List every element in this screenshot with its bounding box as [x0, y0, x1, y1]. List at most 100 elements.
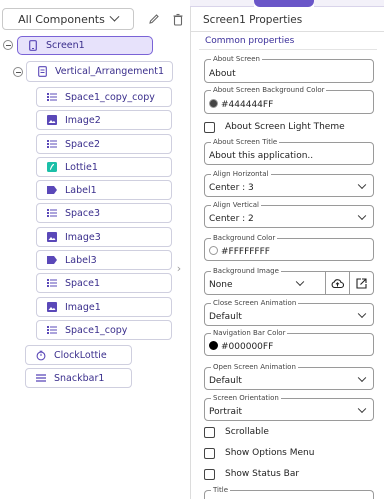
- chevron-down-icon: [357, 404, 367, 413]
- field-label: Screen Orientation: [211, 394, 281, 403]
- tree-item-label: Space1: [65, 277, 100, 289]
- field-label: Open Screen Animation: [211, 363, 298, 372]
- light-theme-checkbox[interactable]: About Screen Light Theme: [204, 120, 345, 134]
- title-field[interactable]: Title: [204, 486, 374, 499]
- tree-item-image1[interactable]: Image1: [36, 297, 172, 317]
- tree-item-lottie1[interactable]: Lottie1: [36, 157, 172, 177]
- tree-item-space3[interactable]: Space3: [36, 203, 172, 223]
- field-label: Align Horizontal: [211, 170, 271, 179]
- align-horizontal-select[interactable]: Align Horizontal Center : 3: [204, 170, 374, 197]
- checkbox[interactable]: [204, 447, 215, 459]
- color-swatch: [209, 341, 218, 350]
- tree-item-screen1[interactable]: Screen1: [17, 36, 153, 55]
- checkbox-label: Show Options Menu: [225, 448, 315, 458]
- open-external-button[interactable]: [349, 272, 373, 294]
- field-value: Default: [209, 312, 242, 322]
- tree-item-label: ClockLottie: [54, 349, 107, 361]
- tree-item-label: Image3: [65, 231, 101, 243]
- close-animation-select[interactable]: Close Screen Animation Default: [204, 299, 374, 326]
- options-menu-checkbox[interactable]: Show Options Menu: [204, 446, 314, 460]
- color-swatch: [209, 246, 218, 255]
- chevron-down-icon: [109, 11, 120, 22]
- field-label: Close Screen Animation: [211, 299, 299, 308]
- orientation-select[interactable]: Screen Orientation Portrait: [204, 394, 374, 421]
- checkbox[interactable]: [204, 468, 215, 480]
- field-value: Default: [209, 376, 242, 386]
- scrollable-checkbox[interactable]: Scrollable: [204, 425, 269, 439]
- cloud-upload-icon: [331, 278, 344, 288]
- snackbar-icon: [36, 373, 46, 383]
- space-icon: [47, 92, 57, 102]
- tree-item-clocklottie[interactable]: ClockLottie: [25, 345, 132, 365]
- chevron-down-icon: [357, 373, 367, 382]
- label-icon: [47, 185, 57, 195]
- field-value: About: [209, 69, 236, 79]
- tab-left[interactable]: [190, 0, 254, 7]
- field-value: About this application..: [209, 151, 314, 161]
- tree-item-space1[interactable]: Space1: [36, 273, 172, 293]
- tree-item-image3[interactable]: Image3: [36, 227, 172, 247]
- clock-icon: [36, 350, 46, 360]
- collapse-screen-toggle[interactable]: [3, 40, 13, 50]
- open-animation-select[interactable]: Open Screen Animation Default: [204, 363, 374, 390]
- field-value: None: [209, 280, 233, 290]
- chevron-down-icon: [357, 180, 367, 189]
- about-bg-color-field[interactable]: About Screen Background Color #444444FF: [204, 86, 374, 114]
- upload-cloud-button[interactable]: [325, 272, 349, 294]
- delete-trash-icon[interactable]: [168, 9, 188, 29]
- tree-item-label: Screen1: [46, 40, 85, 51]
- tree-item-label: Label1: [65, 184, 97, 196]
- align-vertical-select[interactable]: Align Vertical Center : 2: [204, 201, 374, 228]
- background-color-field[interactable]: Background Color #FFFFFFFF: [204, 234, 374, 261]
- tree-item-label3[interactable]: Label3: [36, 250, 172, 270]
- properties-panel: Screen1 Properties Common properties Abo…: [190, 7, 384, 499]
- phone-icon: [28, 40, 38, 51]
- tree-item-space1-copy[interactable]: Space1_copy: [36, 320, 172, 340]
- image-icon: [47, 302, 57, 312]
- tree-item-label: Snackbar1: [54, 372, 105, 384]
- space-icon: [47, 278, 57, 288]
- components-dropdown[interactable]: All Components: [2, 8, 134, 30]
- field-value: Center : 2: [209, 214, 254, 224]
- tree-item-vertical-arrangement[interactable]: Vertical_Arrangement1: [26, 61, 173, 82]
- components-panel: All Components Screen1 Vertical_Arrangem…: [0, 0, 190, 499]
- app-root: All Components Screen1 Vertical_Arrangem…: [0, 0, 384, 499]
- rename-pencil-icon[interactable]: [144, 9, 164, 29]
- field-value: #444444FF: [221, 100, 274, 110]
- color-swatch: [209, 99, 218, 108]
- tree-item-space1-copy-copy[interactable]: Space1_copy_copy: [36, 87, 172, 107]
- properties-title: Screen1 Properties: [203, 14, 303, 26]
- arrangement-icon: [37, 66, 47, 77]
- tab-right[interactable]: [314, 0, 384, 7]
- navbar-color-field[interactable]: Navigation Bar Color #000000FF: [204, 329, 374, 356]
- tree-item-space2[interactable]: Space2: [36, 134, 172, 154]
- checkbox-label: Show Status Bar: [225, 469, 300, 479]
- panel-collapse-chevron-icon[interactable]: ›: [174, 262, 184, 275]
- tree-item-label1[interactable]: Label1: [36, 180, 172, 200]
- checkbox[interactable]: [204, 121, 215, 133]
- chevron-down-icon: [357, 309, 367, 318]
- checkbox[interactable]: [204, 426, 215, 438]
- tree-item-snackbar1[interactable]: Snackbar1: [25, 368, 132, 388]
- tree-item-image2[interactable]: Image2: [36, 110, 172, 130]
- tab-active[interactable]: [254, 0, 314, 7]
- about-screen-field[interactable]: About Screen About: [204, 55, 374, 83]
- tree-item-label: Space3: [65, 207, 100, 219]
- collapse-arrangement-toggle[interactable]: [13, 67, 23, 77]
- tree-item-label: Space2: [65, 138, 100, 150]
- checkbox-label: About Screen Light Theme: [225, 122, 345, 132]
- lottie-icon: [47, 162, 57, 172]
- tree-item-label: Image1: [65, 301, 101, 313]
- field-value: #FFFFFFFF: [221, 247, 270, 257]
- field-label: About Screen: [211, 55, 262, 64]
- status-bar-checkbox[interactable]: Show Status Bar: [204, 467, 299, 481]
- background-image-field[interactable]: Background Image None: [204, 267, 374, 295]
- about-title-field[interactable]: About Screen Title About this applicatio…: [204, 138, 374, 165]
- top-tab-strip: [190, 0, 384, 7]
- field-value: Portrait: [209, 407, 243, 417]
- space-icon: [47, 208, 57, 218]
- chevron-down-icon: [357, 211, 367, 220]
- space-icon: [47, 139, 57, 149]
- components-header: All Components: [2, 8, 188, 30]
- section-heading: Common properties: [205, 36, 295, 46]
